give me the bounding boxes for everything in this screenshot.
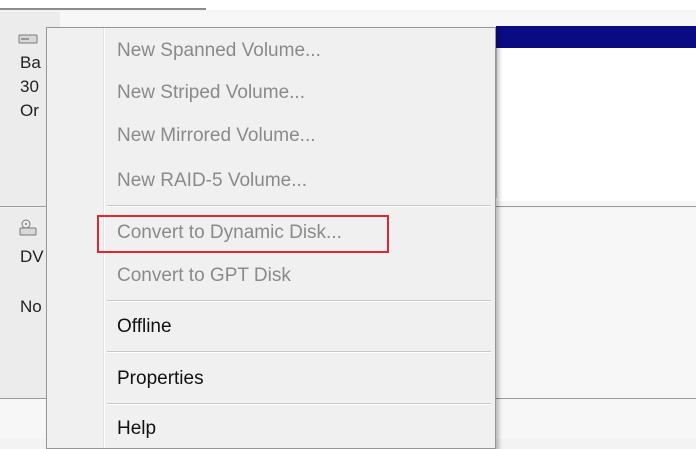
menu-separator xyxy=(107,205,491,207)
disk-status-label: Or xyxy=(20,101,39,120)
disk-drive-icon xyxy=(18,28,38,44)
dvd-status-label: No xyxy=(20,297,42,316)
menu-item-new-raid5-volume: New RAID-5 Volume... xyxy=(117,170,308,191)
partition-header-bar xyxy=(496,26,696,48)
dvd-type-label: DV xyxy=(20,247,44,266)
context-menu[interactable]: New Spanned Volume... New Striped Volume… xyxy=(46,27,496,449)
menu-item-new-spanned-volume: New Spanned Volume... xyxy=(117,40,321,61)
menu-separator xyxy=(107,351,491,353)
dvd-drive-icon xyxy=(18,218,38,236)
menu-item-offline[interactable]: Offline xyxy=(117,310,487,344)
menu-item-help[interactable]: Help xyxy=(117,412,487,446)
menu-item-new-mirrored-volume: New Mirrored Volume... xyxy=(117,125,316,146)
menu-item-properties[interactable]: Properties xyxy=(117,362,487,396)
partition-body[interactable] xyxy=(496,48,696,198)
partition-area[interactable] xyxy=(496,26,696,201)
disk-type-label: Ba xyxy=(20,53,41,72)
menu-separator xyxy=(107,300,491,302)
menu-separator xyxy=(107,403,491,405)
disk-size-label: 30 xyxy=(20,77,39,96)
menu-item-convert-to-dynamic-disk: Convert to Dynamic Disk... xyxy=(117,222,342,243)
menu-item-convert-to-gpt-disk: Convert to GPT Disk xyxy=(117,265,291,286)
menu-icon-gutter xyxy=(47,28,105,448)
top-bar xyxy=(0,0,696,10)
menu-item-new-striped-volume: New Striped Volume... xyxy=(117,82,305,103)
